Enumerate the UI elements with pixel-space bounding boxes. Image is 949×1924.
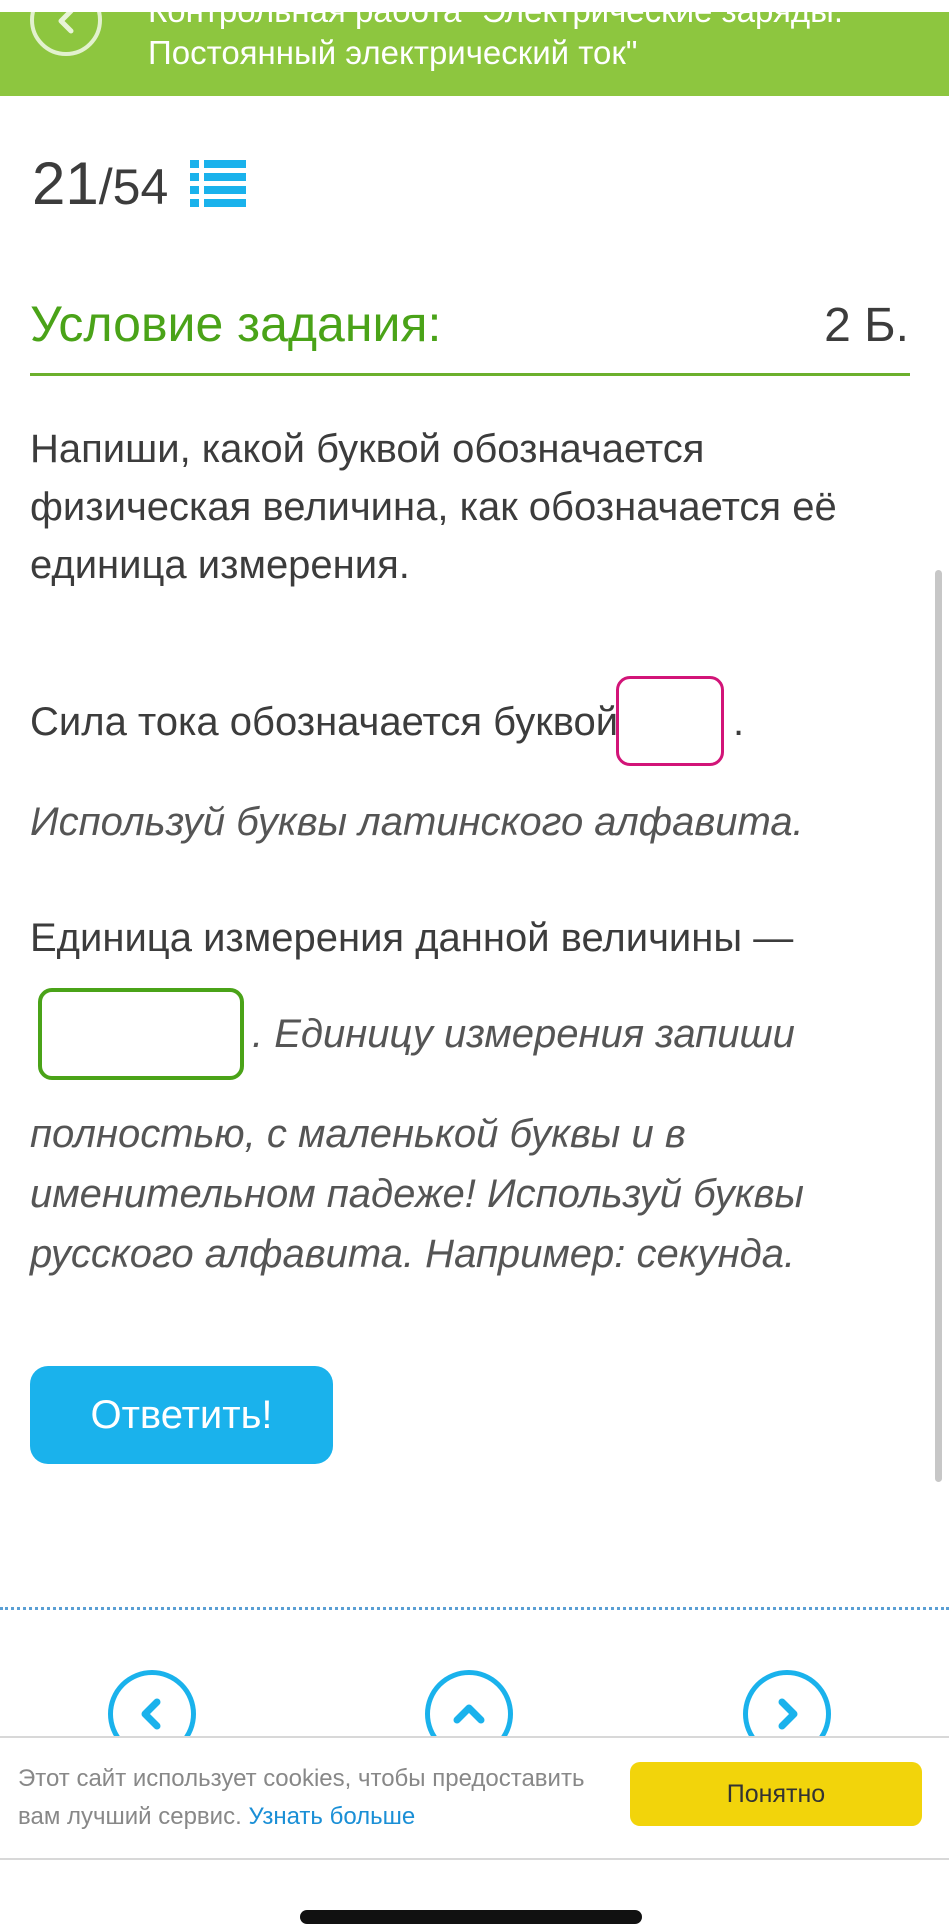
cookie-banner: Этот сайт использует cookies, чтобы пред…: [0, 1736, 949, 1860]
letter-answer-input[interactable]: [616, 676, 724, 766]
unit-answer-input[interactable]: [38, 988, 244, 1080]
current-letter-prompt: Сила тока обозначается буквой: [30, 700, 619, 744]
home-indicator: [300, 1910, 642, 1924]
latin-hint: Используй буквы латинского алфавита.: [30, 800, 804, 844]
question-counter: 21 /54: [32, 148, 168, 223]
top-bar: Контрольная работа "Электрические заряды…: [0, 12, 949, 96]
unit-prompt: Единица измерения данной величины —: [30, 916, 794, 960]
current-question-number: 21: [32, 150, 99, 217]
submit-answer-button[interactable]: Ответить!: [30, 1366, 333, 1464]
chevron-up-icon: [453, 1704, 485, 1724]
points-label: 2 Б.: [824, 299, 909, 352]
back-button[interactable]: [30, 12, 102, 56]
unit-hint: полностью, с маленькой буквы и в имените…: [30, 1112, 804, 1276]
test-title: Контрольная работа "Электрические заряды…: [148, 12, 928, 74]
chevron-left-icon: [58, 12, 74, 34]
cookie-message: Этот сайт использует cookies, чтобы пред…: [18, 1760, 608, 1836]
chevron-right-icon: [778, 1698, 798, 1730]
line1-period: .: [733, 700, 745, 744]
task-instruction: Напиши, какой буквой обозначается физиче…: [30, 427, 837, 587]
learn-more-link[interactable]: Узнать больше: [248, 1803, 415, 1830]
divider: [30, 373, 910, 376]
cookie-accept-button[interactable]: Понятно: [630, 1762, 922, 1826]
total-questions: /54: [98, 159, 169, 215]
condition-title: Условие задания:: [30, 296, 442, 352]
test-title-line1: Контрольная работа "Электрические заряды…: [148, 12, 928, 32]
list-icon: [190, 160, 246, 207]
chevron-left-icon: [141, 1698, 161, 1730]
unit-hint-start: . Единицу измерения запиши: [252, 1012, 795, 1056]
scrollbar[interactable]: [935, 570, 942, 1482]
test-title-line2: Постоянный электрический ток": [148, 34, 638, 71]
question-list-button[interactable]: [190, 158, 246, 210]
dotted-divider: [0, 1607, 949, 1610]
